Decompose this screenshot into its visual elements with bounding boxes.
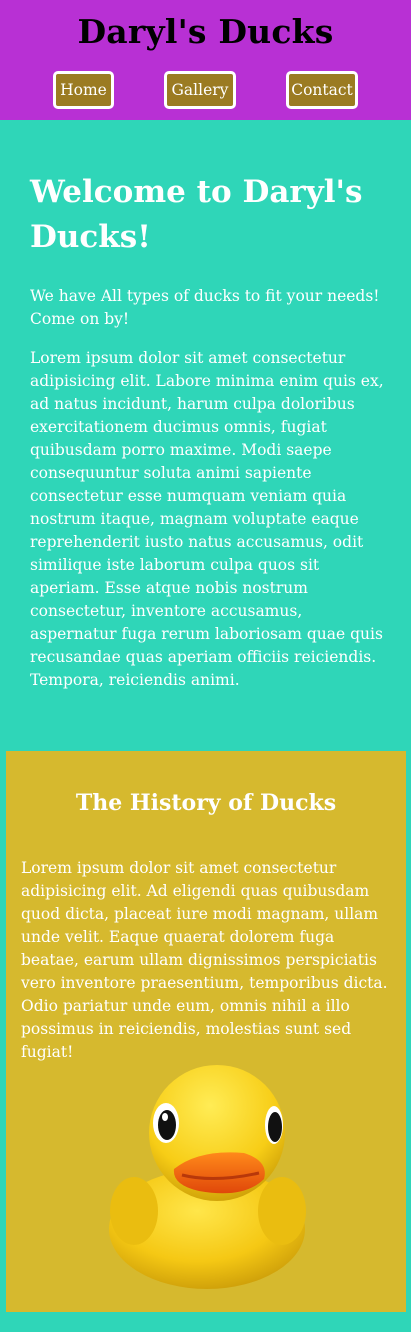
nav-gallery-button[interactable]: Gallery xyxy=(164,71,236,109)
welcome-heading: Welcome to Daryl's Ducks! xyxy=(30,174,363,255)
history-heading: The History of Ducks xyxy=(75,790,337,816)
nav-contact-button[interactable]: Contact xyxy=(286,71,358,109)
welcome-section: Welcome to Daryl's Ducks! We have All ty… xyxy=(30,170,390,708)
history-body: Lorem ipsum dolor sit amet consectetur a… xyxy=(21,859,388,1061)
site-header: Daryl's Ducks Home Gallery Contact xyxy=(0,0,411,120)
nav-home-button[interactable]: Home xyxy=(53,71,114,109)
welcome-intro: We have All types of ducks to fit your n… xyxy=(30,287,380,328)
main-nav: Home Gallery Contact xyxy=(0,71,411,111)
history-section: The History of Ducks Lorem ipsum dolor s… xyxy=(6,751,406,1312)
rubber-duck-image xyxy=(109,1065,306,1289)
welcome-body: Lorem ipsum dolor sit amet consectetur a… xyxy=(30,349,384,689)
site-title: Daryl's Ducks xyxy=(77,12,334,51)
